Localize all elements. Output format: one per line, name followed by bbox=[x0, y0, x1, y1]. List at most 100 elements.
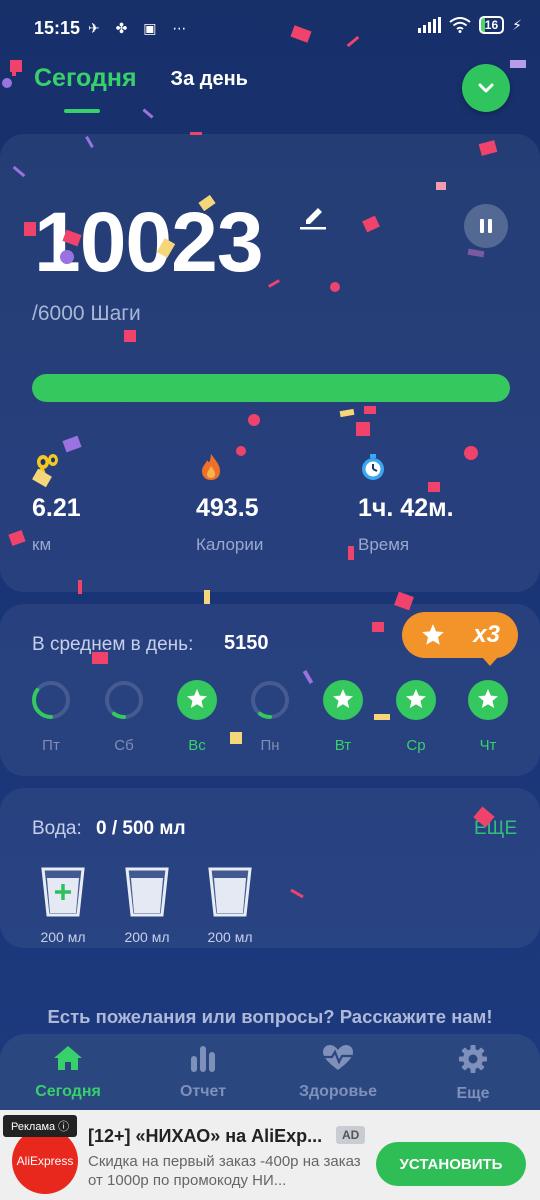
day-label: Сб bbox=[114, 737, 134, 754]
day-1[interactable]: Пт bbox=[21, 680, 81, 754]
water-card: Вода: 0 / 500 мл ЕЩЕ 200 мл 200 мл 200 м… bbox=[0, 788, 540, 948]
water-more-link[interactable]: ЕЩЕ bbox=[474, 818, 517, 840]
day-4[interactable]: Пн bbox=[240, 680, 300, 754]
glass-1-label: 200 мл bbox=[40, 929, 86, 945]
top-tabs: Сегодня За день bbox=[34, 64, 248, 113]
water-label: Вода: bbox=[32, 818, 82, 839]
nav-today[interactable]: Сегодня bbox=[13, 1044, 123, 1101]
pause-icon-bar bbox=[488, 219, 492, 233]
glass-add-icon bbox=[41, 867, 85, 917]
average-label: В среднем в день: bbox=[32, 634, 194, 655]
status-time: 15:15 bbox=[34, 18, 81, 38]
time-label: Время bbox=[358, 535, 410, 554]
stopwatch-icon bbox=[362, 454, 384, 480]
nav-more[interactable]: Еще bbox=[418, 1044, 528, 1103]
water-value: 0 / 500 мл bbox=[96, 818, 186, 839]
water-glass-2[interactable]: 200 мл bbox=[122, 866, 172, 945]
day-progress-ring bbox=[105, 681, 143, 719]
day-progress-ring bbox=[251, 681, 289, 719]
gear-icon bbox=[459, 1045, 487, 1073]
star-icon bbox=[422, 624, 444, 645]
confetti-piece bbox=[204, 590, 210, 604]
status-bar: 15:15 ✈ ✤ ▣ ⋯ 16 ⚡ bbox=[0, 0, 540, 60]
tab-by-day[interactable]: За день bbox=[171, 68, 248, 93]
distance-label: км bbox=[32, 535, 52, 554]
ad-install-button[interactable]: УСТАНОВИТЬ bbox=[376, 1142, 526, 1186]
pause-icon bbox=[480, 219, 484, 233]
nav-health[interactable]: Здоровье bbox=[283, 1044, 393, 1101]
chevron-down-button[interactable] bbox=[462, 64, 510, 112]
status-notification-icons: ✈ ✤ ▣ ⋯ bbox=[88, 20, 193, 36]
ad-description: Скидка на первый заказ -400р на заказ от… bbox=[88, 1153, 361, 1189]
ad-chip: AD bbox=[336, 1126, 366, 1144]
metric-calories: 493.5 Калории bbox=[196, 452, 263, 555]
pause-button[interactable] bbox=[464, 204, 508, 248]
steps-count: 10023 bbox=[34, 195, 264, 289]
charging-icon: ⚡ bbox=[512, 16, 522, 33]
nav-health-label: Здоровье bbox=[298, 1083, 378, 1100]
glass-3-label: 200 мл bbox=[207, 929, 253, 945]
status-right: 16 ⚡ bbox=[417, 16, 522, 34]
glass-icon bbox=[125, 867, 169, 917]
day-label: Вт bbox=[334, 737, 352, 754]
day-label: Ср bbox=[406, 737, 426, 754]
glass-icon bbox=[208, 867, 252, 917]
metric-time: 1ч. 42м. Время bbox=[358, 452, 454, 555]
calories-label: Калории bbox=[196, 535, 264, 554]
steps-goal: /6000 Шаги bbox=[32, 302, 141, 325]
average-value: 5150 bbox=[224, 632, 269, 654]
day-complete-star-icon bbox=[468, 680, 508, 720]
calories-value: 493.5 bbox=[196, 494, 259, 522]
streak-badge[interactable]: x3 bbox=[402, 612, 518, 666]
fire-icon bbox=[202, 454, 220, 480]
wifi-icon bbox=[449, 17, 471, 33]
day-6[interactable]: Ср bbox=[386, 680, 446, 754]
day-2[interactable]: Сб bbox=[94, 680, 154, 754]
day-3[interactable]: Вс bbox=[167, 680, 227, 754]
ad-banner[interactable]: AliExpress Реклама ⓘ [12+] «НИХАО» на Al… bbox=[0, 1110, 540, 1200]
battery-icon: 16 bbox=[478, 16, 505, 34]
confetti-piece bbox=[2, 78, 12, 88]
day-7[interactable]: Чт bbox=[458, 680, 518, 754]
signal-icon bbox=[417, 17, 441, 33]
streak-count: x3 bbox=[473, 621, 500, 648]
edit-icon[interactable] bbox=[298, 200, 328, 230]
heartbeat-icon bbox=[323, 1045, 353, 1070]
day-label: Пн bbox=[260, 737, 280, 754]
ad-tag[interactable]: Реклама ⓘ bbox=[3, 1115, 78, 1137]
day-complete-star-icon bbox=[177, 680, 217, 720]
day-progress-ring bbox=[32, 681, 70, 719]
metric-distance: 6.21 км bbox=[32, 452, 81, 555]
day-5[interactable]: Вт bbox=[313, 680, 373, 754]
day-label: Вс bbox=[188, 737, 206, 754]
distance-value: 6.21 bbox=[32, 494, 81, 522]
ad-title: [12+] «НИХАО» на AliExp... bbox=[88, 1126, 323, 1146]
nav-today-label: Сегодня bbox=[35, 1083, 101, 1100]
nav-more-label: Еще bbox=[456, 1085, 490, 1102]
confetti-piece bbox=[510, 60, 526, 68]
time-value: 1ч. 42м. bbox=[358, 494, 454, 522]
nav-report-label: Отчет bbox=[179, 1083, 227, 1100]
water-glass-1[interactable]: 200 мл bbox=[38, 866, 88, 945]
water-glass-3[interactable]: 200 мл bbox=[205, 866, 255, 945]
tab-today[interactable]: Сегодня bbox=[34, 64, 137, 113]
steps-card: 10023 /6000 Шаги 6.21 км 493.5 Калории 1… bbox=[0, 134, 540, 592]
steps-progress-bar bbox=[32, 374, 510, 402]
nav-report[interactable]: Отчет bbox=[148, 1044, 258, 1101]
day-label: Пт bbox=[42, 737, 60, 754]
confetti-piece bbox=[142, 108, 154, 119]
steps-progress-fill bbox=[32, 374, 510, 402]
day-complete-star-icon bbox=[323, 680, 363, 720]
day-complete-star-icon bbox=[396, 680, 436, 720]
home-icon bbox=[54, 1046, 82, 1070]
footsteps-icon bbox=[37, 454, 58, 478]
bar-chart-icon bbox=[191, 1046, 215, 1072]
glass-2-label: 200 мл bbox=[124, 929, 170, 945]
day-label: Чт bbox=[479, 737, 497, 754]
week-card: В среднем в день: 5150 x3 Пт Сб Вс Пн Вт Ср Чт bbox=[0, 604, 540, 776]
feedback-link[interactable]: Есть пожелания или вопросы? Расскажите н… bbox=[0, 1006, 540, 1028]
confetti-piece bbox=[10, 60, 22, 72]
aliexpress-logo: AliExpress bbox=[12, 1128, 78, 1194]
bottom-navigation: Сегодня Отчет Здоровье Еще bbox=[0, 1034, 540, 1110]
chevron-down-icon bbox=[478, 83, 494, 93]
